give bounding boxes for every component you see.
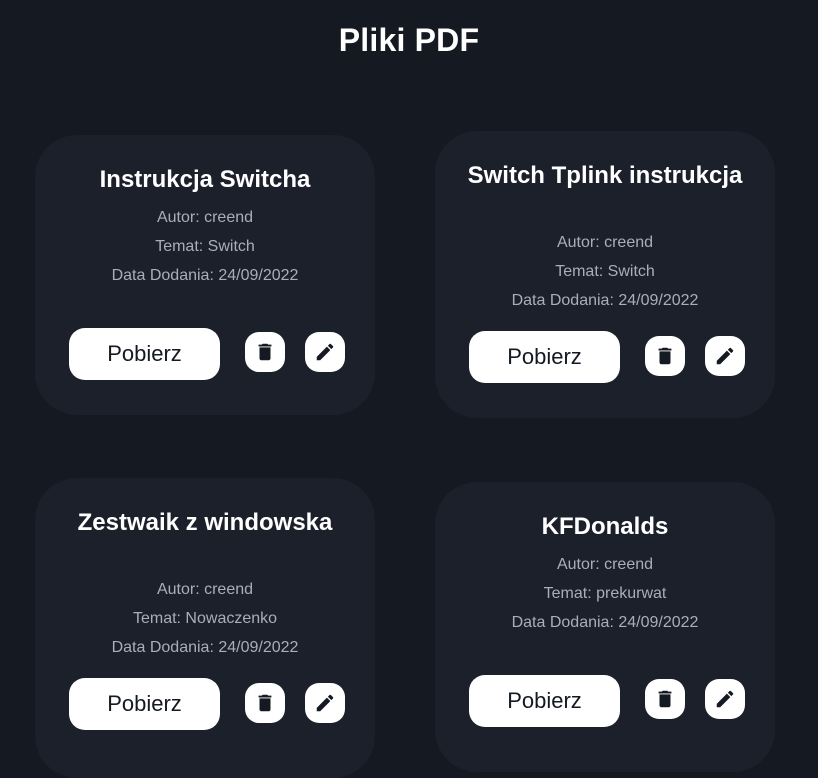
pdf-card: Instrukcja Switcha Autor: creend Temat: … bbox=[35, 135, 375, 415]
card-author: Autor: creend bbox=[156, 581, 254, 598]
card-topic: Temat: Switch bbox=[155, 238, 255, 255]
pdf-card: Switch Tplink instrukcja Autor: creend T… bbox=[435, 131, 775, 418]
trash-icon bbox=[258, 343, 272, 361]
card-date: Data Dodania: 24/09/2022 bbox=[511, 292, 699, 309]
trash-icon bbox=[658, 690, 672, 708]
pencil-icon bbox=[716, 347, 734, 365]
download-button[interactable]: Pobierz bbox=[469, 675, 620, 727]
download-button[interactable]: Pobierz bbox=[469, 331, 620, 383]
pdf-card: Zestwaik z windowska Autor: creend Temat… bbox=[35, 478, 375, 778]
card-topic: Temat: prekurwat bbox=[543, 585, 667, 602]
download-button[interactable]: Pobierz bbox=[69, 678, 220, 730]
card-date: Data Dodania: 24/09/2022 bbox=[511, 614, 699, 631]
edit-button[interactable] bbox=[305, 683, 345, 723]
download-button[interactable]: Pobierz bbox=[69, 328, 220, 380]
delete-button[interactable] bbox=[245, 683, 285, 723]
edit-button[interactable] bbox=[705, 679, 745, 719]
card-title: Zestwaik z windowska bbox=[77, 509, 333, 536]
delete-button[interactable] bbox=[645, 679, 685, 719]
pencil-icon bbox=[316, 343, 334, 361]
pencil-icon bbox=[316, 694, 334, 712]
card-title: Switch Tplink instrukcja bbox=[467, 162, 743, 189]
card-topic: Temat: Nowaczenko bbox=[132, 610, 278, 627]
card-title: KFDonalds bbox=[541, 513, 669, 540]
edit-button[interactable] bbox=[305, 332, 345, 372]
card-author: Autor: creend bbox=[556, 234, 654, 251]
card-author: Autor: creend bbox=[156, 209, 254, 226]
pdf-card: KFDonalds Autor: creend Temat: prekurwat… bbox=[435, 482, 775, 772]
edit-button[interactable] bbox=[705, 336, 745, 376]
trash-icon bbox=[258, 694, 272, 712]
card-date: Data Dodania: 24/09/2022 bbox=[111, 267, 299, 284]
delete-button[interactable] bbox=[645, 336, 685, 376]
card-date: Data Dodania: 24/09/2022 bbox=[111, 639, 299, 656]
card-topic: Temat: Switch bbox=[555, 263, 655, 280]
page-title: Pliki PDF bbox=[338, 22, 480, 58]
delete-button[interactable] bbox=[245, 332, 285, 372]
trash-icon bbox=[658, 347, 672, 365]
pencil-icon bbox=[716, 690, 734, 708]
card-title: Instrukcja Switcha bbox=[99, 166, 311, 193]
card-author: Autor: creend bbox=[556, 556, 654, 573]
